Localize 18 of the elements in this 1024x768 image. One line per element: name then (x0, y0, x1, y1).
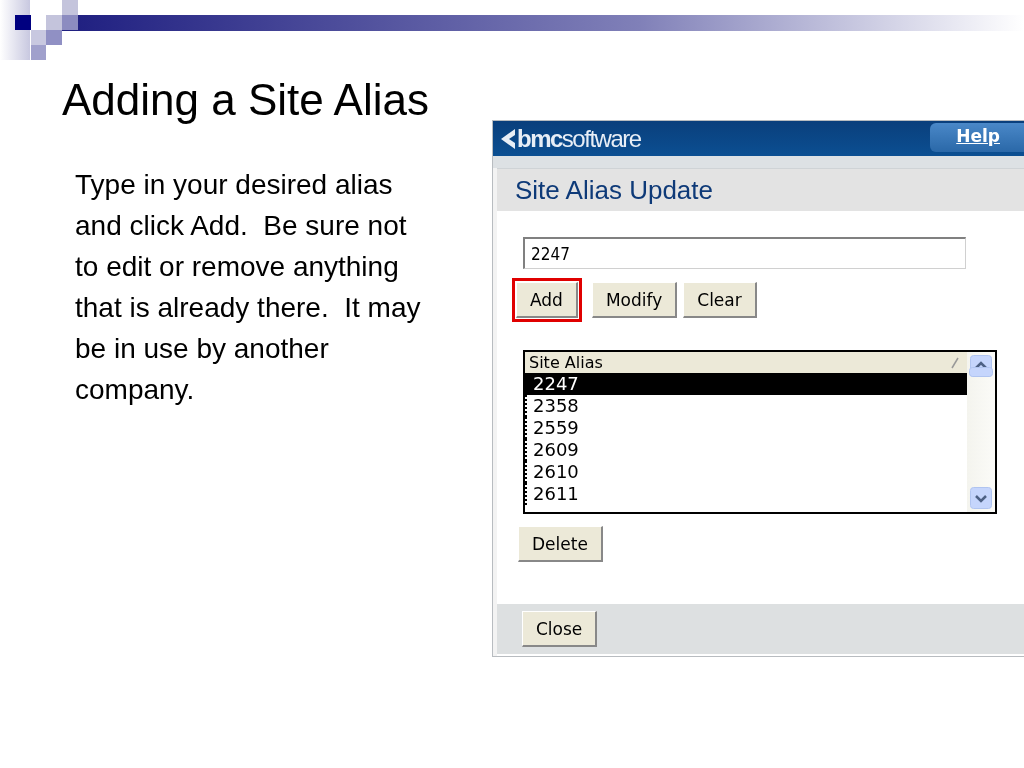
action-button[interactable]: Modify (591, 282, 678, 318)
sort-icon (951, 356, 959, 369)
close-button[interactable]: Close (522, 611, 598, 647)
page-title: Site Alias Update (497, 169, 1024, 211)
column-header[interactable]: Site Alias (529, 353, 603, 372)
action-button[interactable]: Add (516, 282, 578, 318)
slide-paragraph: Type in your desired alias and click Add. Be sure not to edit or remove anything that is already there. It may be in use by another company. (75, 168, 422, 407)
logo-text: bmcsoftware (517, 124, 641, 153)
scroll-thumb[interactable] (969, 367, 993, 377)
alias-input-field[interactable]: 2247 (523, 237, 966, 269)
help-link[interactable]: Help (930, 123, 1024, 152)
scrollbar[interactable] (967, 352, 995, 512)
slide-title: Adding a Site Alias (62, 74, 430, 126)
action-button[interactable]: Clear (683, 282, 757, 318)
chevron-logo-icon (501, 128, 515, 149)
delete-button[interactable]: Delete (518, 526, 603, 562)
list-row[interactable]: 2247 (525, 373, 967, 395)
scroll-down-icon[interactable] (970, 487, 992, 509)
